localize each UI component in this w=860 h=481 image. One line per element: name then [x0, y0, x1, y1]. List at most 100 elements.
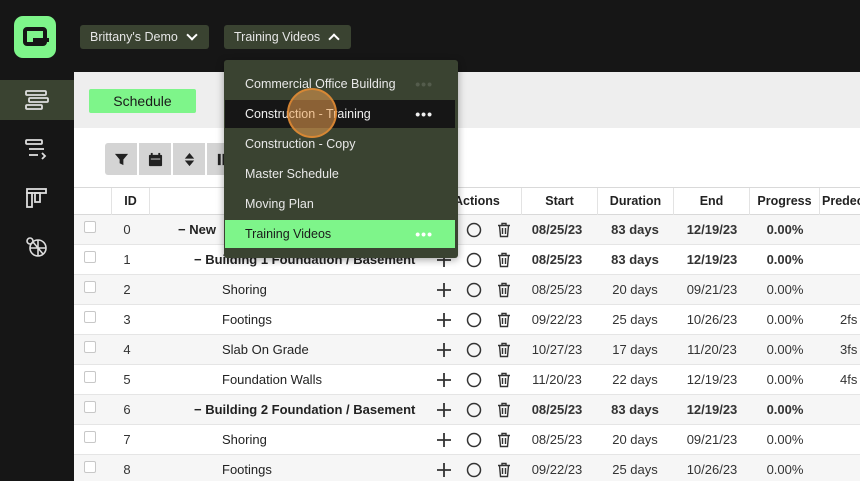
app-logo[interactable]: [14, 16, 56, 58]
row-task-name[interactable]: Footings: [222, 455, 272, 481]
row-start[interactable]: 09/22/23: [522, 305, 592, 334]
table-row[interactable]: 4 Slab On Grade 10/27/23 17 days 11/20/23 0.0…: [74, 335, 860, 365]
add-task-button[interactable]: [436, 402, 452, 418]
dropdown-item[interactable]: Master Schedule: [225, 160, 455, 188]
table-row[interactable]: 8 Footings 09/22/23 25 days 10/26/23 0.00%: [74, 455, 860, 481]
row-duration[interactable]: 22 days: [598, 365, 672, 394]
dropdown-item[interactable]: Training Videos •••: [225, 220, 455, 248]
row-predecessors[interactable]: [840, 455, 860, 481]
sidebar-item-tasks[interactable]: [0, 130, 74, 170]
delete-task-button[interactable]: [496, 432, 512, 448]
row-progress[interactable]: 0.00%: [752, 215, 818, 244]
row-duration[interactable]: 25 days: [598, 305, 672, 334]
row-duration[interactable]: 83 days: [598, 395, 672, 424]
delete-task-button[interactable]: [496, 402, 512, 418]
row-task-name[interactable]: Shoring: [222, 275, 267, 304]
more-options-icon[interactable]: •••: [415, 220, 433, 248]
row-predecessors[interactable]: 4fs: [840, 365, 860, 394]
row-end[interactable]: 10/26/23: [674, 455, 750, 481]
row-end[interactable]: 12/19/23: [674, 215, 750, 244]
row-progress[interactable]: 0.00%: [752, 365, 818, 394]
row-predecessors[interactable]: [840, 395, 860, 424]
collapse-icon[interactable]: −: [178, 222, 189, 237]
row-task-name[interactable]: − New: [178, 215, 216, 244]
add-task-button[interactable]: [436, 372, 452, 388]
delete-task-button[interactable]: [496, 282, 512, 298]
row-duration[interactable]: 83 days: [598, 245, 672, 274]
complete-task-button[interactable]: [466, 372, 482, 388]
complete-task-button[interactable]: [466, 312, 482, 328]
header-end[interactable]: End: [674, 188, 750, 215]
row-predecessors[interactable]: 3fs: [840, 335, 860, 364]
row-start[interactable]: 08/25/23: [522, 275, 592, 304]
sort-button[interactable]: [173, 143, 205, 175]
table-row[interactable]: 7 Shoring 08/25/23 20 days 09/21/23 0.00%: [74, 425, 860, 455]
add-task-button[interactable]: [436, 342, 452, 358]
row-predecessors[interactable]: [840, 245, 860, 274]
delete-task-button[interactable]: [496, 342, 512, 358]
dropdown-item[interactable]: Commercial Office Building •••: [225, 70, 455, 98]
add-task-button[interactable]: [436, 282, 452, 298]
delete-task-button[interactable]: [496, 372, 512, 388]
row-progress[interactable]: 0.00%: [752, 305, 818, 334]
row-progress[interactable]: 0.00%: [752, 455, 818, 481]
row-end[interactable]: 11/20/23: [674, 335, 750, 364]
delete-task-button[interactable]: [496, 252, 512, 268]
row-task-name[interactable]: Foundation Walls: [222, 365, 322, 394]
row-end[interactable]: 12/19/23: [674, 365, 750, 394]
row-start[interactable]: 10/27/23: [522, 335, 592, 364]
schedule-tab[interactable]: Schedule: [89, 89, 196, 113]
calendar-button[interactable]: [139, 143, 171, 175]
row-start[interactable]: 08/25/23: [522, 215, 592, 244]
row-checkbox[interactable]: [84, 431, 96, 443]
table-row[interactable]: 3 Footings 09/22/23 25 days 10/26/23 0.00% 2fs: [74, 305, 860, 335]
delete-task-button[interactable]: [496, 312, 512, 328]
workspace-dropdown[interactable]: Brittany's Demo: [80, 25, 209, 49]
table-row[interactable]: 0 − New 08/25/23 83 days 12/19/23 0.00%: [74, 215, 860, 245]
row-progress[interactable]: 0.00%: [752, 425, 818, 454]
row-duration[interactable]: 25 days: [598, 455, 672, 481]
table-row[interactable]: 6 − Building 2 Foundation / Basement 08/25…: [74, 395, 860, 425]
row-task-name[interactable]: Slab On Grade: [222, 335, 309, 364]
row-predecessors[interactable]: 2fs: [840, 305, 860, 334]
row-predecessors[interactable]: [840, 275, 860, 304]
table-row[interactable]: 2 Shoring 08/25/23 20 days 09/21/23 0.00%: [74, 275, 860, 305]
row-start[interactable]: 08/25/23: [522, 245, 592, 274]
row-start[interactable]: 08/25/23: [522, 425, 592, 454]
dropdown-item[interactable]: Construction - Training•••: [225, 100, 455, 128]
row-checkbox[interactable]: [84, 281, 96, 293]
row-progress[interactable]: 0.00%: [752, 335, 818, 364]
row-task-name[interactable]: Shoring: [222, 425, 267, 454]
row-progress[interactable]: 0.00%: [752, 245, 818, 274]
row-progress[interactable]: 0.00%: [752, 275, 818, 304]
more-options-icon[interactable]: •••: [415, 70, 433, 98]
complete-task-button[interactable]: [466, 432, 482, 448]
table-row[interactable]: 1− Building 1 Foundation / Basement 08/25…: [74, 245, 860, 275]
row-duration[interactable]: 20 days: [598, 425, 672, 454]
complete-task-button[interactable]: [466, 342, 482, 358]
header-progress[interactable]: Progress: [750, 188, 820, 215]
row-end[interactable]: 09/21/23: [674, 275, 750, 304]
delete-task-button[interactable]: [496, 222, 512, 238]
row-checkbox[interactable]: [84, 251, 96, 263]
row-start[interactable]: 09/22/23: [522, 455, 592, 481]
row-checkbox[interactable]: [84, 311, 96, 323]
row-predecessors[interactable]: [840, 215, 860, 244]
row-task-name[interactable]: − Building 2 Foundation / Basement: [194, 395, 415, 424]
header-predecessors[interactable]: Predec: [820, 188, 860, 215]
sidebar-item-board[interactable]: [0, 179, 74, 219]
row-start[interactable]: 11/20/23: [522, 365, 592, 394]
row-checkbox[interactable]: [84, 371, 96, 383]
row-end[interactable]: 10/26/23: [674, 305, 750, 334]
row-checkbox[interactable]: [84, 461, 96, 473]
row-end[interactable]: 09/21/23: [674, 425, 750, 454]
header-start[interactable]: Start: [522, 188, 598, 215]
complete-task-button[interactable]: [466, 402, 482, 418]
row-progress[interactable]: 0.00%: [752, 395, 818, 424]
header-duration[interactable]: Duration: [598, 188, 674, 215]
collapse-icon[interactable]: −: [194, 252, 205, 267]
row-duration[interactable]: 20 days: [598, 275, 672, 304]
header-id[interactable]: ID: [112, 188, 150, 215]
add-task-button[interactable]: [436, 432, 452, 448]
sidebar-item-gantt[interactable]: [0, 80, 74, 120]
